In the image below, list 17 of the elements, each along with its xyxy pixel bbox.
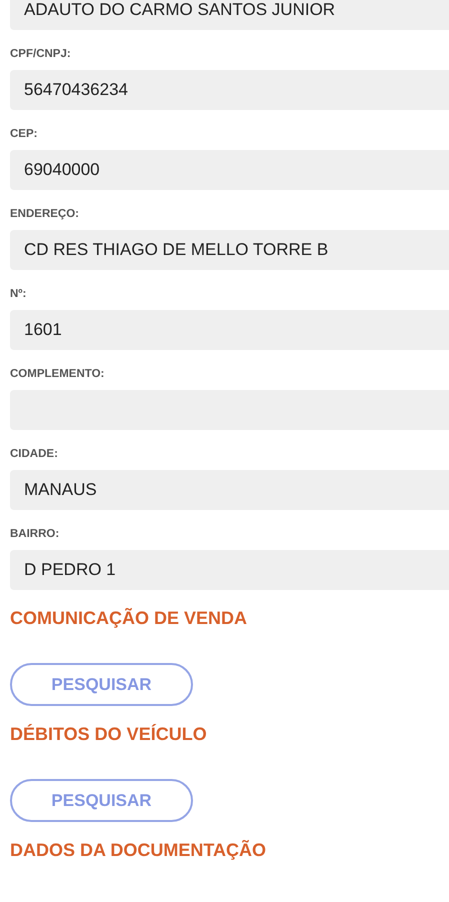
input-field[interactable]: 56470436234 — [10, 70, 449, 110]
input-field[interactable]: 1601 — [10, 310, 449, 350]
input-field[interactable]: ADAUTO DO CARMO SANTOS JUNIOR — [10, 0, 449, 30]
section-heading: DADOS DA DOCUMENTAÇÃO — [10, 839, 266, 861]
input-field[interactable]: CD RES THIAGO DE MELLO TORRE B — [10, 230, 449, 270]
field-label: Nº: — [10, 287, 26, 301]
field-label: ENDEREÇO: — [10, 207, 80, 221]
input-field[interactable]: MANAUS — [10, 470, 449, 510]
input-field[interactable]: D PEDRO 1 — [10, 550, 449, 590]
field-label: CPF/CNPJ: — [10, 47, 71, 61]
field-label: COMPLEMENTO: — [10, 367, 104, 381]
section-heading: DÉBITOS DO VEÍCULO — [10, 723, 207, 745]
field-label: BAIRRO: — [10, 527, 60, 541]
section-heading: COMUNICAÇÃO DE VENDA — [10, 607, 248, 629]
field-label: CIDADE: — [10, 447, 58, 461]
input-field[interactable]: 69040000 — [10, 150, 449, 190]
field-label: CEP: — [10, 127, 38, 141]
